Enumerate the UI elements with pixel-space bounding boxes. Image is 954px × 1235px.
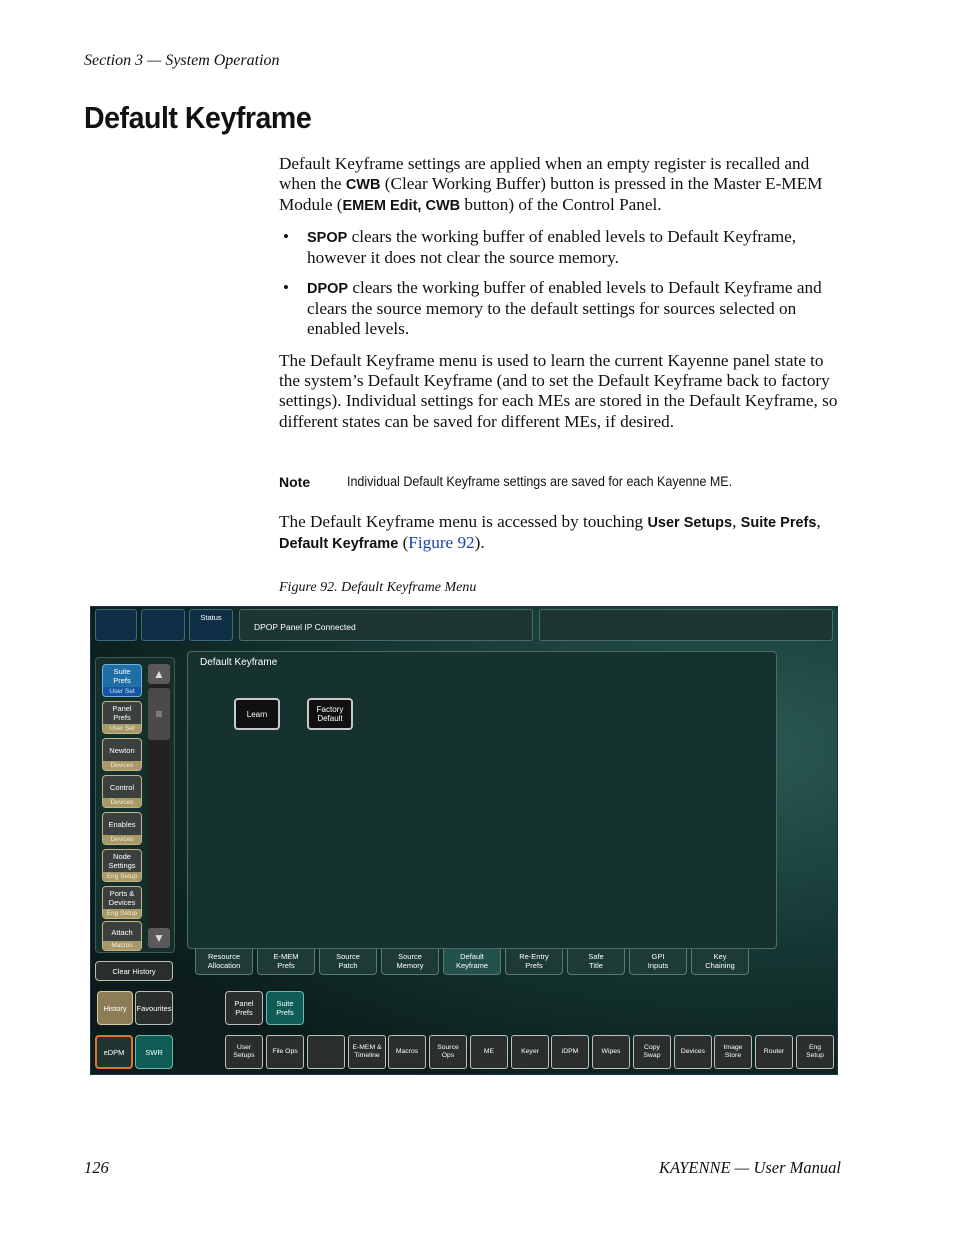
learn-button[interactable]: Learn [234, 698, 280, 730]
swr-button[interactable]: SWR [135, 1035, 173, 1069]
nav-wipes[interactable]: Wipes [592, 1035, 630, 1069]
tab-resource-allocation[interactable]: Resource Allocation [195, 949, 253, 975]
access-paragraph: The Default Keyframe menu is accessed by… [279, 512, 821, 553]
nav-keyer[interactable]: Keyer [511, 1035, 549, 1069]
default-keyframe-menu-screenshot: Status DPOP Panel IP Connected Suite Pref… [90, 606, 838, 1075]
nav-file-ops[interactable]: File Ops [266, 1035, 304, 1069]
tab-source-memory[interactable]: Source Memory [381, 949, 439, 975]
edpm-button[interactable]: eDPM [95, 1035, 133, 1069]
sidebar-item-newton[interactable]: Newton Devices [102, 738, 142, 771]
sidebar-item-suite-prefs[interactable]: Suite Prefs User Set [102, 664, 142, 697]
top-slot-1[interactable] [95, 609, 137, 641]
nav-me[interactable]: ME [470, 1035, 508, 1069]
manual-title: KAYENNE — User Manual [659, 1158, 841, 1177]
sidebar-item-enables[interactable]: Enables Devices [102, 812, 142, 845]
sidebar-item-attach[interactable]: Attach Macros [102, 921, 142, 951]
intro-paragraph: Default Keyframe settings are applied wh… [279, 154, 823, 215]
tab-gpi-inputs[interactable]: GPI Inputs [629, 949, 687, 975]
tab-default-keyframe[interactable]: Default Keyframe [443, 949, 501, 975]
figure-link[interactable]: Figure 92 [408, 533, 474, 552]
status-box-2 [539, 609, 833, 641]
factory-default-button[interactable]: Factory Default [307, 698, 353, 730]
scroll-down-icon[interactable]: ▼ [148, 928, 170, 948]
status-button[interactable]: Status [189, 609, 233, 641]
page-number: 126 [84, 1158, 109, 1177]
nav-devices[interactable]: Devices [674, 1035, 712, 1069]
bullet-mark: • [283, 227, 289, 246]
nav-source-ops[interactable]: Source Ops [429, 1035, 467, 1069]
note-text: Individual Default Keyframe settings are… [347, 474, 733, 489]
menu-description-paragraph: The Default Keyframe menu is used to lea… [279, 351, 838, 431]
status-message-box: DPOP Panel IP Connected [239, 609, 533, 641]
page-title: Default Keyframe [84, 100, 312, 135]
tab-safe-title[interactable]: Safe Title [567, 949, 625, 975]
scroll-up-icon[interactable]: ▲ [148, 664, 170, 684]
top-bar: Status DPOP Panel IP Connected [91, 607, 837, 643]
default-keyframe-panel: Default Keyframe Learn Factory Default [187, 651, 777, 949]
note-label: Note [279, 474, 311, 490]
sidebar-scrollbar[interactable]: ▲ ≡ ▼ [148, 664, 170, 948]
history-button[interactable]: History [97, 991, 133, 1025]
status-message: DPOP Panel IP Connected [254, 622, 356, 632]
bullet-spop: SPOP clears the working buffer of enable… [307, 227, 797, 268]
sidebar-item-ports-devices[interactable]: Ports & Devices Eng Setup [102, 886, 142, 919]
top-slot-2[interactable] [141, 609, 185, 641]
bullet-dpop: DPOP clears the working buffer of enable… [307, 278, 822, 339]
nav-copy-swap[interactable]: Copy Swap [633, 1035, 671, 1069]
panel-title: Default Keyframe [200, 657, 278, 668]
tab-source-patch[interactable]: Source Patch [319, 949, 377, 975]
tab-emem-prefs[interactable]: E-MEM Prefs [257, 949, 315, 975]
bullet-mark: • [283, 278, 289, 297]
scroll-thumb[interactable]: ≡ [148, 688, 170, 740]
nav-emem-timeline[interactable]: E-MEM & Timeline [348, 1035, 386, 1069]
sidebar-item-control[interactable]: Control Devices [102, 775, 142, 808]
figure-caption: Figure 92. Default Keyframe Menu [279, 580, 477, 595]
nav-eng-setup[interactable]: Eng Setup [796, 1035, 834, 1069]
nav-image-store[interactable]: Image Store [714, 1035, 752, 1069]
bottom-nav: User Setups File Ops E-MEM & Timeline Macr… [219, 1025, 835, 1071]
sub-panel-prefs-button[interactable]: Panel Prefs [225, 991, 263, 1025]
nav-router[interactable]: Router [755, 1035, 793, 1069]
sub-suite-prefs-button[interactable]: Suite Prefs [266, 991, 304, 1025]
nav-blank[interactable] [307, 1035, 345, 1069]
nav-user-setups[interactable]: User Setups [225, 1035, 263, 1069]
status-label: Status [200, 613, 222, 622]
sidebar-item-node-settings[interactable]: Node Settings Eng Setup [102, 849, 142, 882]
nav-macros[interactable]: Macros [388, 1035, 426, 1069]
clear-history-button[interactable]: Clear History [95, 961, 173, 981]
tab-reentry-prefs[interactable]: Re-Entry Prefs [505, 949, 563, 975]
tab-key-chaining[interactable]: Key Chaining [691, 949, 749, 975]
sidebar: Suite Prefs User Set Panel Prefs User Set … [95, 657, 175, 953]
nav-idpm[interactable]: iDPM [551, 1035, 589, 1069]
section-header: Section 3 — System Operation [84, 52, 280, 69]
favourites-button[interactable]: Favourites [135, 991, 173, 1025]
sidebar-item-panel-prefs[interactable]: Panel Prefs User Set [102, 701, 142, 734]
